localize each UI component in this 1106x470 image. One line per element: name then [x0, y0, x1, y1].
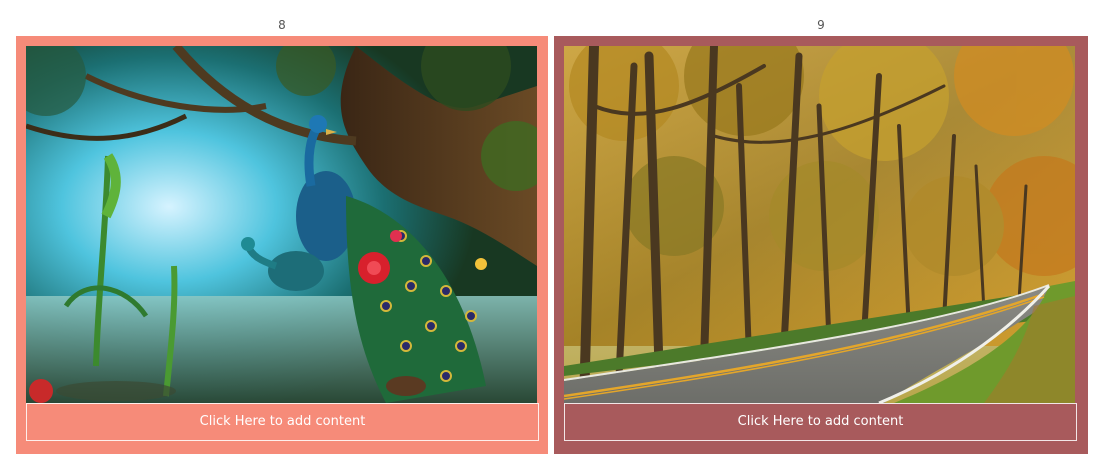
gallery-stage: 8 Click Here to add content 9 Click Here… — [0, 0, 1106, 470]
content-card-8[interactable]: Click Here to add content — [16, 36, 548, 454]
content-card-9[interactable]: Click Here to add content — [554, 36, 1088, 454]
autumn-road-image — [564, 46, 1075, 403]
peacock-forest-image — [26, 46, 537, 403]
card-image-autumn-road — [564, 46, 1075, 403]
slide-number-9: 9 — [817, 18, 825, 32]
add-content-button[interactable]: Click Here to add content — [26, 403, 539, 441]
card-image-peacock-forest — [26, 46, 537, 403]
add-content-button[interactable]: Click Here to add content — [564, 403, 1077, 441]
slide-number-8: 8 — [278, 18, 286, 32]
